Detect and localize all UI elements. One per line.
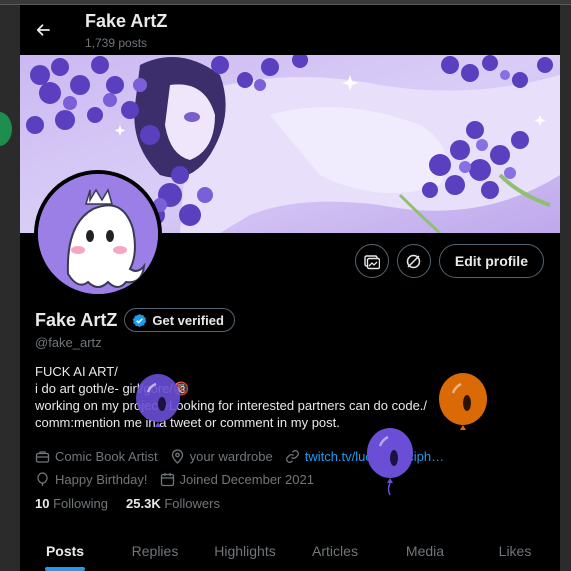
follow-counts: 10 Following 25.3K Followers <box>35 496 220 511</box>
image-tag-icon <box>364 254 381 269</box>
posts-count: 1,739 posts <box>85 36 148 50</box>
avatar[interactable] <box>34 170 162 298</box>
back-button[interactable] <box>30 17 56 43</box>
tab-replies[interactable]: Replies <box>110 530 200 571</box>
balloon-orange <box>439 373 487 430</box>
calendar-icon <box>160 472 174 486</box>
followers-link[interactable]: 25.3K Followers <box>126 496 220 511</box>
verified-badge-icon <box>133 313 147 327</box>
followers-count: 25.3K <box>126 496 161 511</box>
profile-column: Fake ArtZ 1,739 posts Edit profile Fake … <box>20 5 560 571</box>
following-label: Following <box>53 496 109 511</box>
ghost-avatar-icon <box>38 174 158 294</box>
tab-posts[interactable]: Posts <box>20 530 110 571</box>
browser-viewport: Fake ArtZ 1,739 posts Edit profile Fake … <box>0 0 571 571</box>
meta-row: Happy Birthday! Joined December 2021 <box>35 469 555 489</box>
profile-actions: Edit profile <box>354 244 544 278</box>
location-label: your wardrobe <box>189 448 273 464</box>
joined-item: Joined December 2021 <box>160 472 314 487</box>
media-tag-button[interactable] <box>354 244 389 278</box>
link-icon <box>285 449 299 463</box>
user-handle: @fake_artz <box>35 335 102 350</box>
category-item: Comic Book Artist <box>35 449 158 464</box>
tab-articles[interactable]: Articles <box>290 530 380 571</box>
get-verified-button[interactable]: Get verified <box>124 308 235 332</box>
name-row: Fake ArtZ Get verified <box>35 308 235 332</box>
following-count: 10 <box>35 496 50 511</box>
get-verified-label: Get verified <box>152 312 224 328</box>
balloon-purple-left <box>136 374 180 427</box>
meta-row: Comic Book Artist your wardrobe twitch.t… <box>35 446 555 466</box>
avatar-image <box>38 174 158 294</box>
display-name: Fake ArtZ <box>35 309 118 330</box>
following-link[interactable]: 10 Following <box>35 496 108 511</box>
joined-label: Joined December 2021 <box>179 471 314 487</box>
profile-meta: Comic Book Artist your wardrobe twitch.t… <box>35 446 555 492</box>
birthday-item: Happy Birthday! <box>35 472 148 487</box>
profile-header: Fake ArtZ 1,739 posts <box>20 5 560 55</box>
location-pin-icon <box>171 448 183 464</box>
side-widget-icon[interactable] <box>0 112 12 146</box>
tab-highlights[interactable]: Highlights <box>200 530 290 571</box>
edit-profile-button[interactable]: Edit profile <box>438 244 544 278</box>
page-title: Fake ArtZ <box>85 11 168 31</box>
arrow-left-icon <box>36 24 50 36</box>
balloon-icon <box>37 471 48 486</box>
tab-media[interactable]: Media <box>380 530 470 571</box>
profile-tabs: Posts Replies Highlights Articles Media … <box>20 530 560 571</box>
tab-likes[interactable]: Likes <box>470 530 560 571</box>
grok-icon <box>407 254 421 268</box>
briefcase-icon <box>35 450 50 463</box>
balloon-purple-right <box>367 428 413 496</box>
category-label: Comic Book Artist <box>55 448 158 464</box>
followers-label: Followers <box>164 496 220 511</box>
grok-button[interactable] <box>396 244 431 278</box>
location-item: your wardrobe <box>170 449 273 464</box>
birthday-label: Happy Birthday! <box>55 471 148 487</box>
